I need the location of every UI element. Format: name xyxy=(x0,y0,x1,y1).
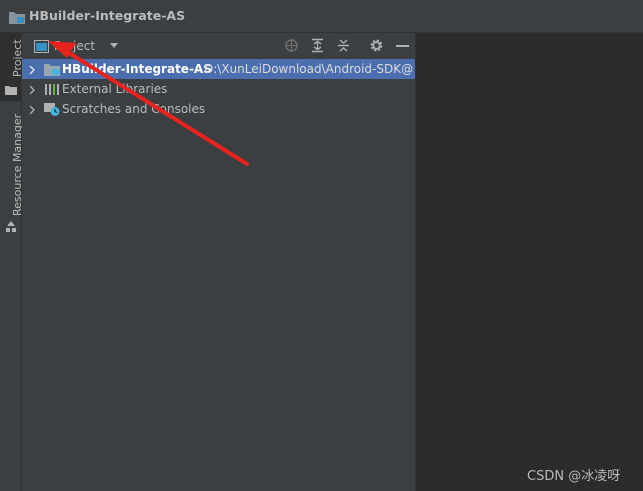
project-panel-toolbar: Project xyxy=(22,33,415,59)
tree-item-label: HBuilder-Integrate-AS xyxy=(62,62,212,76)
watermark: CSDN @冰凌呀 xyxy=(527,469,621,484)
library-icon xyxy=(44,82,60,99)
title-bar: HBuilder-Integrate-AS xyxy=(0,0,643,33)
scratches-icon xyxy=(44,102,60,119)
tab-project[interactable]: Project xyxy=(0,33,24,101)
tree-item-label: External Libraries xyxy=(62,82,168,96)
tree-item-label: Scratches and Consoles xyxy=(62,102,206,116)
locate-icon[interactable] xyxy=(284,38,299,56)
tree-item-project-root[interactable]: HBuilder-Integrate-AS D:\XunLeiDownload\… xyxy=(22,59,415,79)
module-folder-icon xyxy=(44,62,60,79)
resource-manager-icon xyxy=(5,221,17,236)
project-folder-icon xyxy=(9,10,25,27)
project-panel: Project HBuilder-Integrate-AS D:\XunLeiD… xyxy=(22,33,416,491)
minimize-icon[interactable] xyxy=(395,38,410,56)
chevron-right-icon[interactable] xyxy=(28,64,36,78)
expand-all-icon[interactable] xyxy=(310,38,325,56)
chevron-right-icon[interactable] xyxy=(28,84,36,98)
collapse-all-icon[interactable] xyxy=(336,38,351,56)
window-title: HBuilder-Integrate-AS xyxy=(29,8,186,23)
gear-icon[interactable] xyxy=(369,38,384,56)
project-view-selector[interactable]: Project xyxy=(54,39,95,53)
editor-area xyxy=(416,33,643,491)
tree-item-external-libraries[interactable]: External Libraries xyxy=(22,79,415,99)
chevron-right-icon[interactable] xyxy=(28,104,36,118)
dropdown-icon[interactable] xyxy=(109,39,119,53)
tree-item-path: D:\XunLeiDownload\Android-SDK@3 xyxy=(204,62,414,76)
project-view-icon[interactable] xyxy=(34,40,49,56)
tool-window-strip: Project Resource Manager xyxy=(0,33,24,491)
tree-item-scratches[interactable]: Scratches and Consoles xyxy=(22,99,415,119)
folder-icon xyxy=(5,84,17,98)
